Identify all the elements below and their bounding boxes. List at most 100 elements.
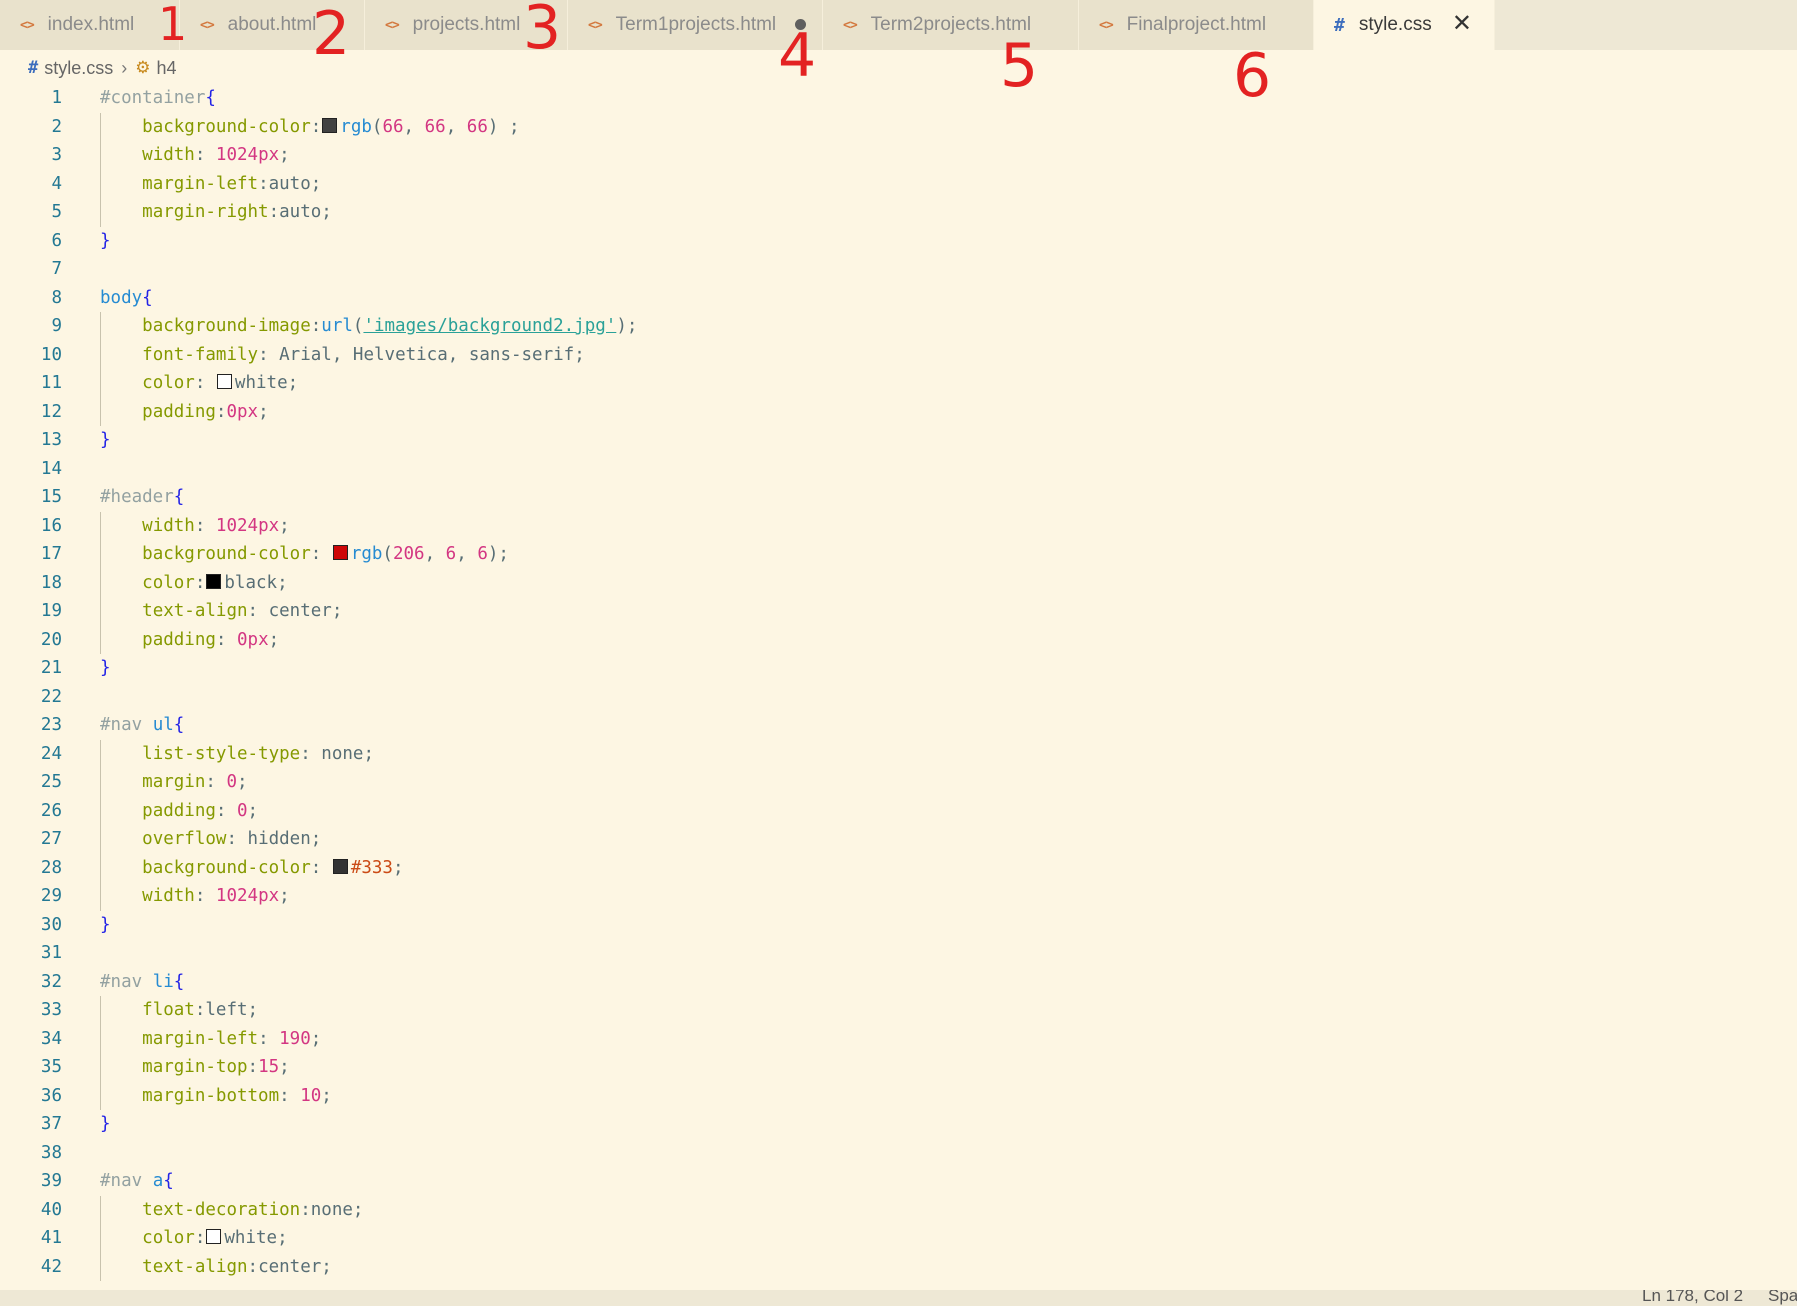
line-number: 16: [40, 515, 62, 536]
cursor-position[interactable]: Ln 178, Col 2: [1642, 1290, 1743, 1306]
status-bar: Ln 178, Col 2 Spa: [0, 1290, 1797, 1306]
editor-tab-bar: <> index.html <> about.html <> projects.…: [0, 0, 1797, 50]
tab-projects-html[interactable]: <> projects.html: [365, 0, 568, 50]
code-text: background-color: rgb(66, 66, 66) ;: [142, 116, 520, 137]
code-text: }: [100, 658, 111, 678]
code-line[interactable]: 34 margin-left: 190;: [0, 1025, 1797, 1054]
code-line[interactable]: 2 background-color: rgb(66, 66, 66) ;: [0, 113, 1797, 142]
code-line[interactable]: 18 color: black;: [0, 569, 1797, 598]
indent-guide: [100, 996, 101, 1110]
code-line[interactable]: 13}: [0, 426, 1797, 455]
code-line[interactable]: 11 color: white;: [0, 369, 1797, 398]
code-line[interactable]: 21}: [0, 654, 1797, 683]
code-text: color: black;: [142, 572, 288, 593]
color-swatch-icon[interactable]: [216, 374, 232, 389]
code-line[interactable]: 33 float:left;: [0, 996, 1797, 1025]
code-line[interactable]: 9 background-image:url('images/backgroun…: [0, 312, 1797, 341]
code-line[interactable]: 17 background-color: rgb(206, 6, 6);: [0, 540, 1797, 569]
indentation-status[interactable]: Spa: [1768, 1290, 1797, 1306]
code-line[interactable]: 35 margin-top:15;: [0, 1053, 1797, 1082]
color-swatch-icon[interactable]: [322, 117, 338, 133]
code-line[interactable]: 8 body{: [0, 284, 1797, 313]
code-line[interactable]: 6}: [0, 227, 1797, 256]
line-number: 37: [40, 1114, 62, 1134]
tab-style-css[interactable]: # style.css ✕: [1314, 0, 1495, 50]
code-line[interactable]: 14: [0, 455, 1797, 484]
code-line[interactable]: 26 padding: 0;: [0, 797, 1797, 826]
code-line[interactable]: 12 padding:0px;: [0, 398, 1797, 427]
code-text: #header{: [100, 487, 185, 507]
code-line[interactable]: 41 color: white;: [0, 1224, 1797, 1253]
code-line[interactable]: 4 margin-left:auto;: [0, 170, 1797, 199]
line-number: 20: [40, 629, 62, 650]
code-line[interactable]: 39 #nav a{: [0, 1167, 1797, 1196]
code-line[interactable]: 5 margin-right:auto;: [0, 198, 1797, 227]
color-swatch-icon[interactable]: [206, 1229, 222, 1244]
code-line[interactable]: 37}: [0, 1110, 1797, 1139]
code-line[interactable]: 40 text-decoration:none;: [0, 1196, 1797, 1225]
code-line[interactable]: 29 width: 1024px;: [0, 882, 1797, 911]
code-line[interactable]: 36 margin-bottom: 10;: [0, 1082, 1797, 1111]
code-text: text-align: center;: [142, 601, 343, 621]
code-line[interactable]: 38: [0, 1139, 1797, 1168]
code-line[interactable]: 31: [0, 939, 1797, 968]
code-line[interactable]: 22: [0, 683, 1797, 712]
line-number: 1: [51, 88, 62, 108]
code-line[interactable]: 42 text-align:center;: [0, 1253, 1797, 1282]
color-swatch-icon[interactable]: [332, 858, 348, 874]
tab-finalproject-html[interactable]: <> Finalproject.html: [1079, 0, 1314, 50]
css-file-icon: #: [1334, 14, 1345, 36]
css-selector-icon: ⚙: [135, 58, 151, 77]
code-text: padding: 0px;: [142, 629, 280, 650]
tab-label: projects.html: [412, 14, 521, 35]
tab-bar-empty-space: [1495, 0, 1797, 50]
code-text: color: white;: [142, 1228, 288, 1248]
code-line[interactable]: 10 font-family: Arial, Helvetica, sans-s…: [0, 341, 1797, 370]
html-file-icon: <>: [1099, 17, 1114, 33]
code-line[interactable]: 19 text-align: center;: [0, 597, 1797, 626]
code-line[interactable]: 15 #header{: [0, 483, 1797, 512]
code-line[interactable]: 32 #nav li{: [0, 968, 1797, 997]
indent-guide: [100, 1195, 101, 1281]
line-number: 24: [40, 743, 62, 764]
line-number: 25: [40, 772, 62, 792]
code-text: float:left;: [142, 1000, 259, 1020]
line-number: 15: [40, 487, 62, 507]
tab-label: style.css: [1358, 14, 1432, 35]
code-line[interactable]: 30}: [0, 911, 1797, 940]
tab-label: Finalproject.html: [1126, 14, 1267, 35]
code-line[interactable]: 20 padding: 0px;: [0, 626, 1797, 655]
code-line[interactable]: 3 width: 1024px;: [0, 141, 1797, 170]
code-editor[interactable]: 1 #container{2 background-color: rgb(66, 6…: [0, 84, 1797, 1284]
code-line[interactable]: 24 list-style-type: none;: [0, 740, 1797, 769]
unsaved-dot-icon[interactable]: [795, 19, 806, 30]
code-text: background-image:url('images/background2…: [142, 316, 638, 336]
breadcrumb-file[interactable]: style.css: [44, 58, 113, 79]
code-line[interactable]: 27 overflow: hidden;: [0, 825, 1797, 854]
tab-term1projects-html[interactable]: <> Term1projects.html: [568, 0, 823, 50]
color-swatch-icon[interactable]: [332, 545, 348, 560]
code-line[interactable]: 7: [0, 255, 1797, 284]
html-file-icon: <>: [385, 17, 400, 33]
color-swatch-icon[interactable]: [206, 573, 222, 589]
close-icon[interactable]: ✕: [1452, 10, 1472, 38]
indent-guide: [100, 112, 101, 227]
line-number: 9: [51, 316, 62, 336]
code-line[interactable]: 1 #container{: [0, 84, 1797, 113]
code-line[interactable]: 23 #nav ul{: [0, 711, 1797, 740]
code-line[interactable]: 16 width: 1024px;: [0, 512, 1797, 541]
line-number: 5: [51, 202, 62, 222]
line-number: 4: [51, 173, 62, 194]
tab-index-html[interactable]: <> index.html: [0, 0, 180, 50]
tab-term2projects-html[interactable]: <> Term2projects.html: [823, 0, 1079, 50]
code-line[interactable]: 28 background-color: #333;: [0, 854, 1797, 883]
line-number: 6: [51, 230, 62, 251]
line-number: 35: [40, 1057, 62, 1077]
line-number: 13: [40, 430, 62, 450]
breadcrumb-symbol[interactable]: h4: [157, 58, 177, 79]
code-line[interactable]: 25 margin: 0;: [0, 768, 1797, 797]
line-number: 18: [40, 572, 62, 593]
tab-about-html[interactable]: <> about.html: [180, 0, 365, 50]
line-number: 8: [51, 287, 62, 308]
line-number: 41: [40, 1228, 62, 1248]
